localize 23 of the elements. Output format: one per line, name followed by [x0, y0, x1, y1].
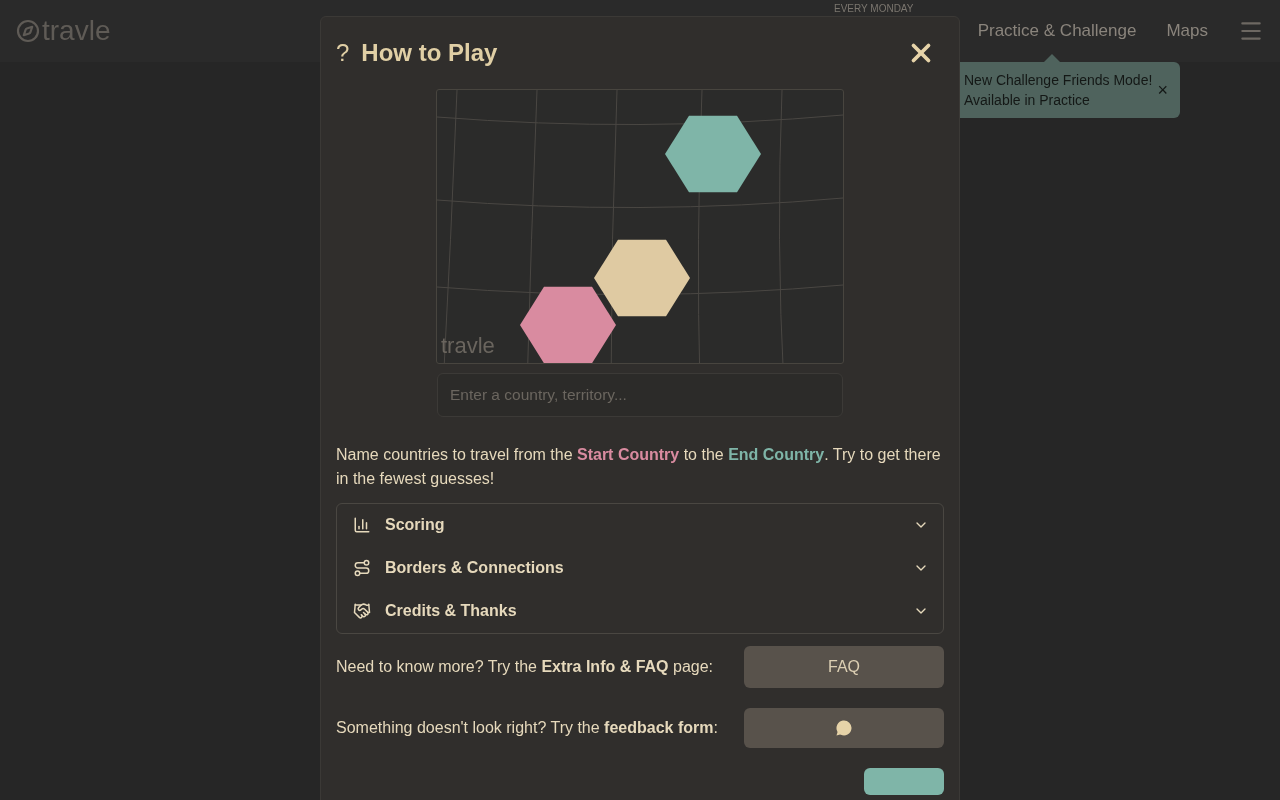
feedback-button[interactable]: [744, 707, 944, 748]
country-input[interactable]: Enter a country, territory...: [437, 373, 843, 417]
instructions-text: Name countries to travel from the Start Country to the End Country. Try to get there in the fewest guesses!: [336, 444, 942, 489]
action-button[interactable]: [864, 767, 944, 795]
notification-text: New Challenge Friends Mode! Available in Practice: [964, 71, 1154, 110]
watermark-text: travle: [441, 333, 495, 360]
chart-icon: [353, 516, 371, 535]
compass-icon: [16, 19, 40, 43]
help-mark: ?: [336, 39, 350, 68]
chat-icon: [834, 717, 854, 738]
route-icon: [353, 559, 371, 578]
banner-label: EVERY MONDAY: [834, 3, 914, 14]
dialog-title: How to Play: [361, 39, 498, 68]
accordion-item[interactable]: Scoring: [337, 503, 943, 547]
faq-text: Need to know more? Try the Extra Info & FAQ page:: [336, 656, 715, 677]
nav-link[interactable]: Maps: [1166, 21, 1208, 41]
feedback-text: Something doesn't look right? Try the feedback form:: [336, 717, 719, 738]
handshake-icon: [353, 602, 371, 621]
accordion-item[interactable]: Credits & Thanks: [337, 589, 943, 633]
accordion-item[interactable]: Borders & Connections: [337, 546, 943, 590]
close-button[interactable]: ×: [1157, 79, 1168, 101]
nav-link[interactable]: Practice & Challenge: [977, 21, 1137, 41]
faq-button[interactable]: FAQ: [744, 645, 944, 688]
